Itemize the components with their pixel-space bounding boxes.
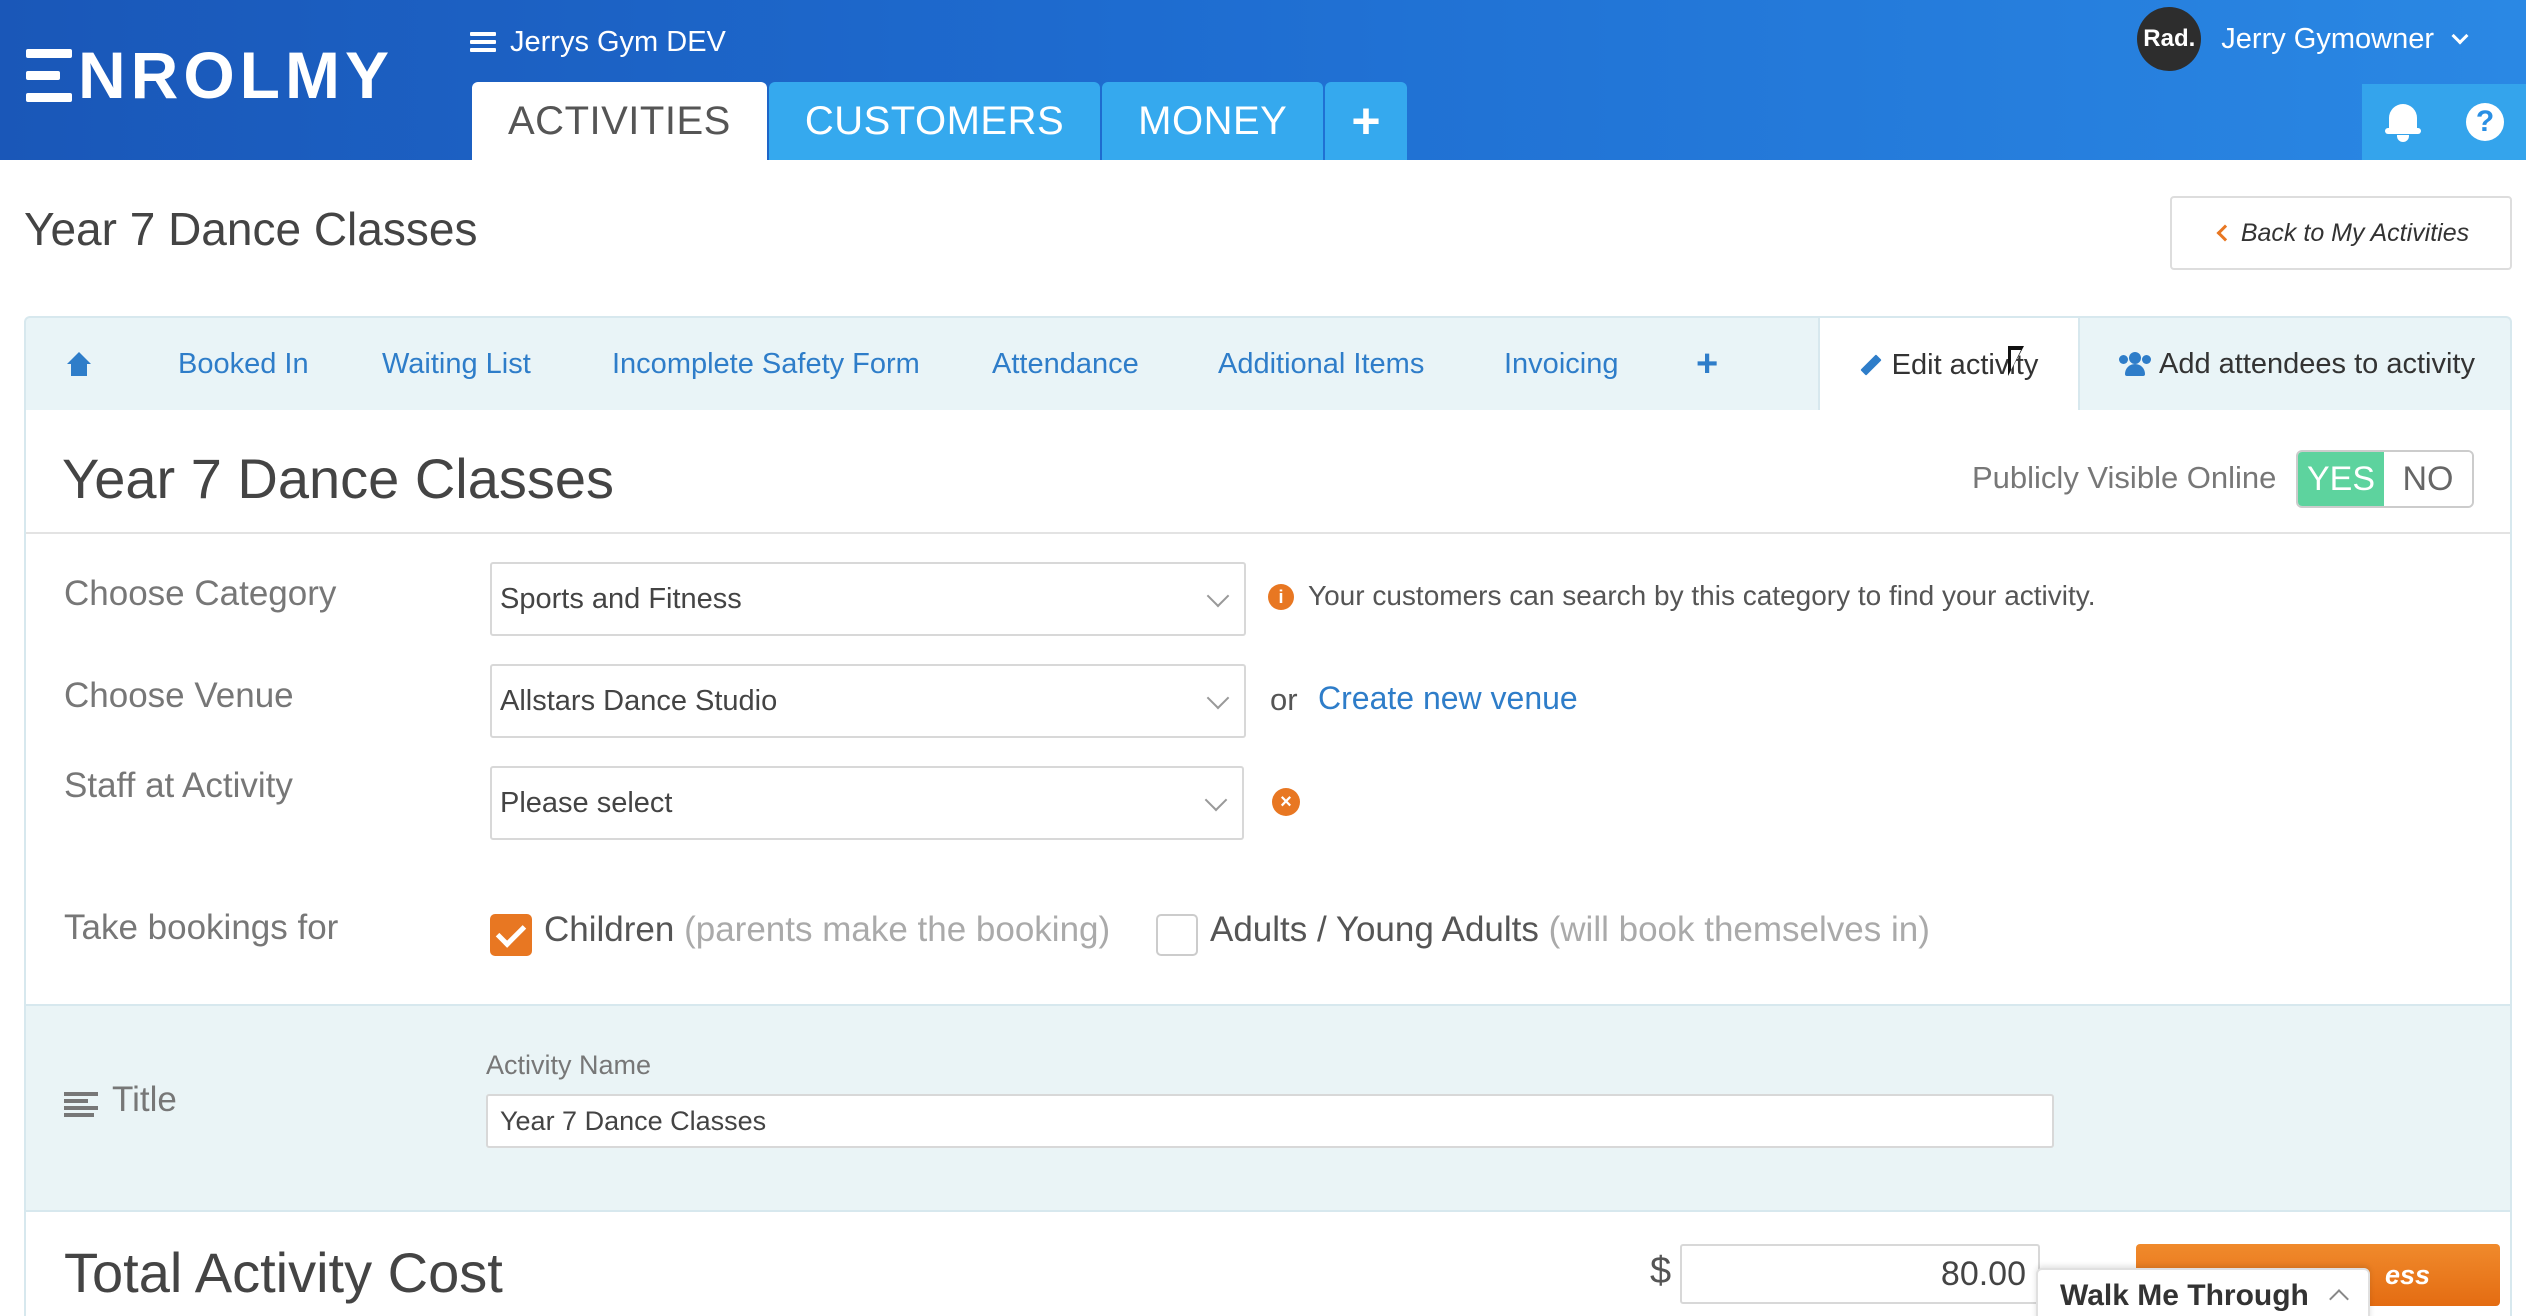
activity-name-label: Activity Name xyxy=(486,1050,652,1080)
org-name: Jerrys Gym DEV xyxy=(510,25,726,58)
children-checkbox[interactable] xyxy=(490,914,532,956)
chevron-down-icon xyxy=(1206,686,1230,710)
subtab-add-attendees[interactable]: Add attendees to activity xyxy=(2082,318,2512,410)
category-hint: Your customers can search by this catego… xyxy=(1308,580,2096,611)
public-visibility-toggle[interactable]: YES NO xyxy=(2296,450,2474,508)
staff-value: Please select xyxy=(500,786,673,819)
subtab-edit-activity[interactable]: Edit activity xyxy=(1818,318,2080,412)
category-value: Sports and Fitness xyxy=(500,582,742,615)
chevron-up-icon[interactable] xyxy=(2329,1289,2349,1309)
logo-text: NROLMY xyxy=(78,38,394,112)
venue-value: Allstars Dance Studio xyxy=(500,684,778,717)
notifications-button[interactable] xyxy=(2362,84,2444,160)
children-option-sub: (parents make the booking) xyxy=(684,910,1111,949)
currency-symbol: $ xyxy=(1650,1250,1672,1292)
home-icon xyxy=(66,352,92,376)
venue-select[interactable]: Allstars Dance Studio xyxy=(490,664,1246,738)
walkme-label: Walk Me Through xyxy=(2060,1279,2309,1312)
info-icon: i xyxy=(1268,584,1294,610)
subtab-add-attendees-label: Add attendees to activity xyxy=(2159,347,2475,380)
activity-subtabs: Booked In Waiting List Incomplete Safety… xyxy=(24,316,2512,412)
back-button-label: Back to My Activities xyxy=(2240,218,2470,247)
create-venue-link[interactable]: Create new venue xyxy=(1318,680,1578,717)
public-visibility-label: Publicly Visible Online xyxy=(1972,460,2277,495)
subtab-waiting-list[interactable]: Waiting List xyxy=(382,318,531,410)
adults-option[interactable]: Adults / Young Adults (will book themsel… xyxy=(1210,910,1930,950)
back-to-activities-button[interactable]: Back to My Activities xyxy=(2170,196,2512,270)
tab-customers[interactable]: CUSTOMERS xyxy=(768,82,1101,160)
users-icon xyxy=(2119,352,2151,376)
venue-label: Choose Venue xyxy=(64,676,294,715)
walk-me-through-widget[interactable]: Walk Me Through xyxy=(2036,1268,2370,1316)
chevron-down-icon xyxy=(1206,584,1230,608)
chevron-left-icon xyxy=(2216,224,2234,242)
children-option-label: Children xyxy=(544,910,675,949)
toggle-yes[interactable]: YES xyxy=(2298,452,2384,506)
pencil-icon xyxy=(1860,354,1882,376)
app-header: NROLMY Jerrys Gym DEV ACTIVITIES CUSTOME… xyxy=(0,0,2526,160)
subtab-booked-in[interactable]: Booked In xyxy=(178,318,309,410)
adults-option-label: Adults / Young Adults xyxy=(1210,910,1539,949)
total-cost-label: Total Activity Cost xyxy=(64,1241,503,1304)
enrolmy-logo[interactable]: NROLMY xyxy=(26,40,394,110)
subtab-home[interactable] xyxy=(66,318,92,410)
mouse-cursor-icon xyxy=(2008,346,2024,376)
children-option[interactable]: Children (parents make the booking) xyxy=(544,910,1110,950)
bell-icon xyxy=(2385,102,2421,142)
help-icon: ? xyxy=(2466,103,2504,141)
user-menu[interactable]: Rad. Jerry Gymowner xyxy=(2137,7,2469,71)
user-name: Jerry Gymowner xyxy=(2221,22,2434,55)
hamburger-menu-icon[interactable] xyxy=(470,32,496,52)
adults-option-sub: (will book themselves in) xyxy=(1548,910,1930,949)
chevron-down-icon xyxy=(1204,788,1228,812)
tab-money[interactable]: MONEY xyxy=(1102,82,1324,160)
adults-checkbox[interactable] xyxy=(1156,914,1198,956)
subtab-attendance[interactable]: Attendance xyxy=(992,318,1139,410)
tab-activities[interactable]: ACTIVITIES xyxy=(472,82,767,160)
header-actions: ? xyxy=(2362,84,2526,160)
category-select[interactable]: Sports and Fitness xyxy=(490,562,1246,636)
align-left-icon xyxy=(64,1092,98,1118)
venue-or-text: or xyxy=(1270,682,1298,717)
save-button-label: ess xyxy=(2384,1259,2430,1290)
subtab-additional-items[interactable]: Additional Items xyxy=(1218,318,1424,410)
page-title: Year 7 Dance Classes xyxy=(24,203,478,255)
activity-name-input[interactable] xyxy=(486,1094,2054,1148)
panel-header: Year 7 Dance Classes Publicly Visible On… xyxy=(26,410,2510,534)
category-label: Choose Category xyxy=(64,574,337,613)
subtab-add-plus-icon[interactable]: + xyxy=(1696,318,1718,410)
edit-activity-panel: Year 7 Dance Classes Publicly Visible On… xyxy=(24,410,2512,1316)
activity-heading: Year 7 Dance Classes xyxy=(62,447,615,510)
chevron-down-icon[interactable] xyxy=(2451,27,2469,45)
cost-input[interactable] xyxy=(1680,1244,2040,1304)
subtab-incomplete-safety-form[interactable]: Incomplete Safety Form xyxy=(612,318,920,410)
logo-e-icon xyxy=(26,47,72,103)
title-section: Title Activity Name xyxy=(26,1004,2510,1212)
staff-select[interactable]: Please select xyxy=(490,766,1244,840)
toggle-no[interactable]: NO xyxy=(2384,452,2472,506)
main-nav: ACTIVITIES CUSTOMERS MONEY + xyxy=(472,82,1408,160)
staff-label: Staff at Activity xyxy=(64,766,293,805)
clear-staff-icon[interactable]: × xyxy=(1272,788,1300,816)
help-button[interactable]: ? xyxy=(2444,84,2526,160)
subtab-invoicing[interactable]: Invoicing xyxy=(1504,318,1618,410)
org-switcher[interactable]: Jerrys Gym DEV xyxy=(470,22,726,62)
bookings-label: Take bookings for xyxy=(64,908,339,947)
avatar[interactable]: Rad. xyxy=(2137,7,2202,71)
tab-add-plus-icon[interactable]: + xyxy=(1325,82,1408,160)
title-section-label: Title xyxy=(112,1080,177,1119)
